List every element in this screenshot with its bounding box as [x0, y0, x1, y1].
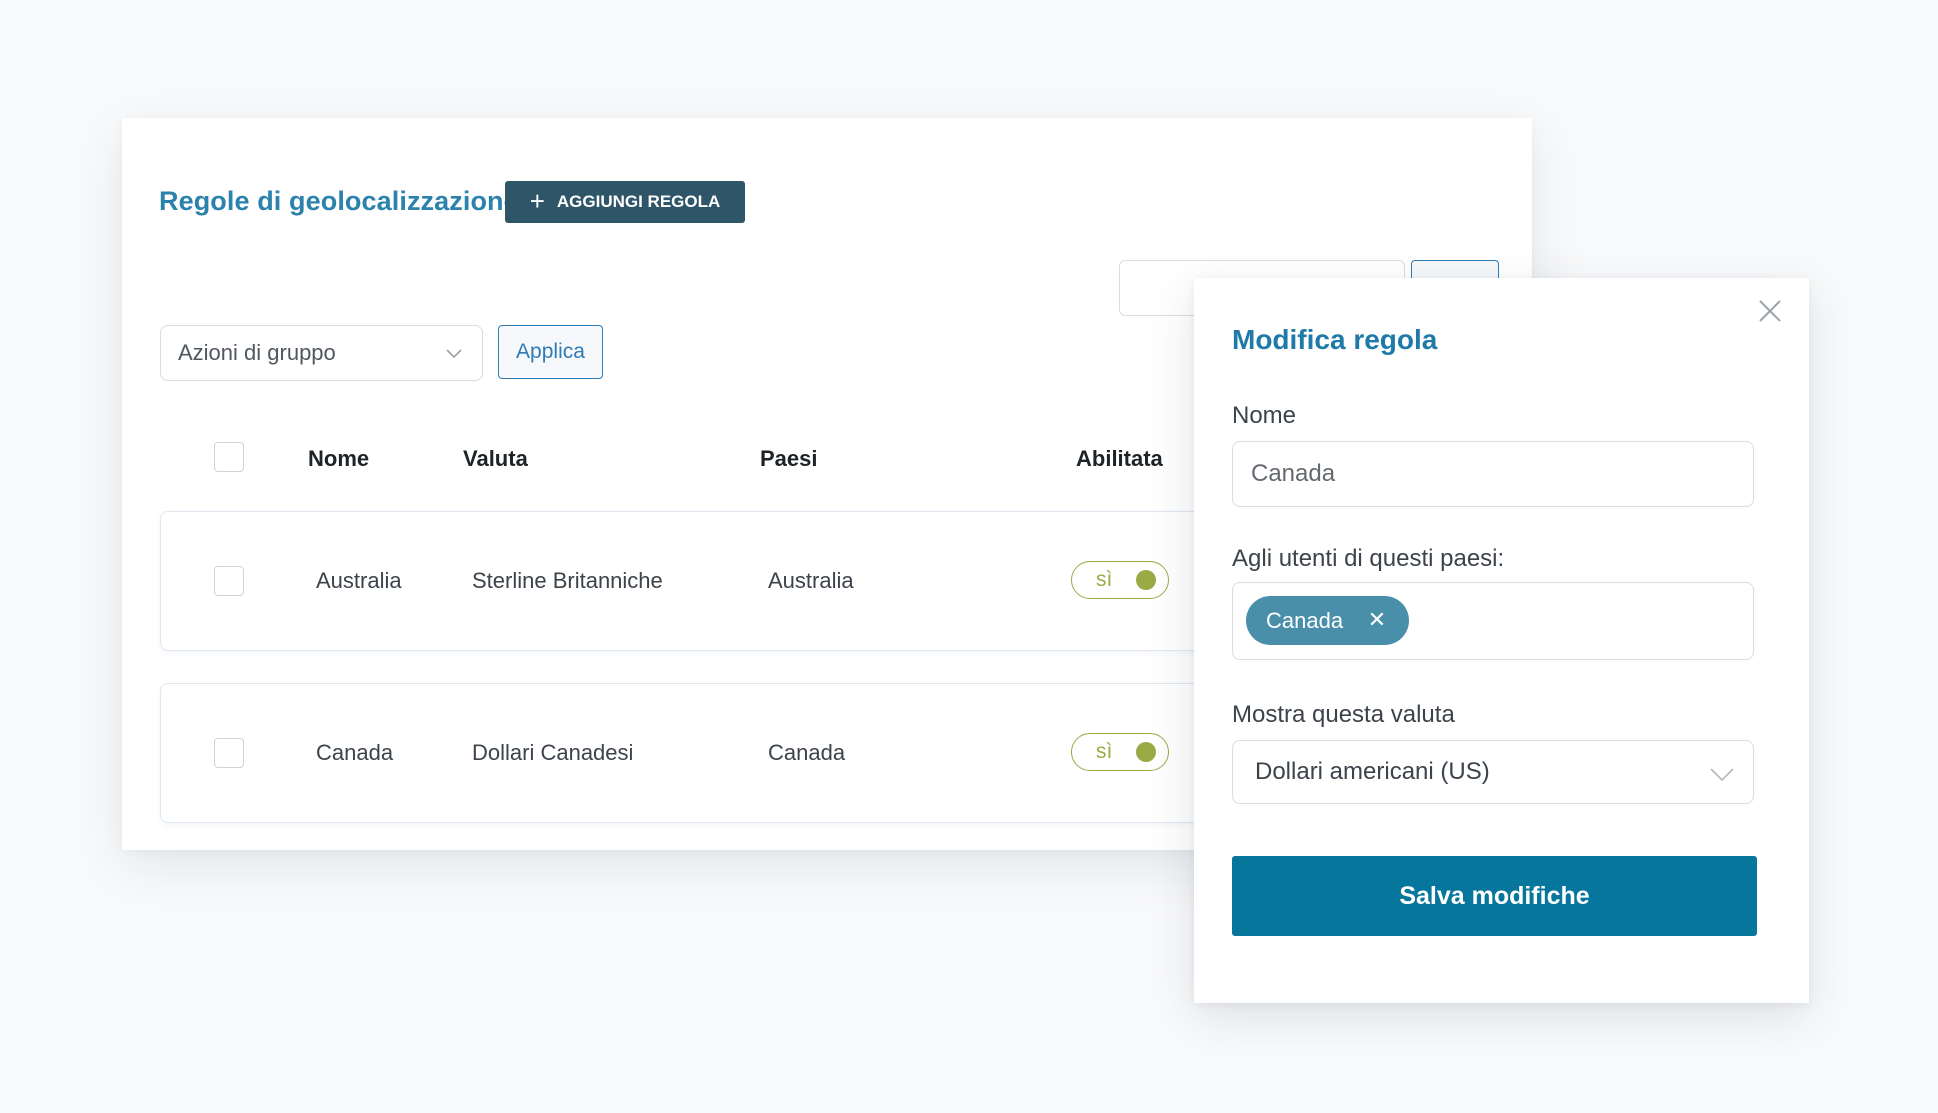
enabled-toggle[interactable]: sì — [1071, 733, 1169, 771]
chevron-down-icon — [1710, 768, 1734, 782]
enabled-toggle[interactable]: sì — [1071, 561, 1169, 599]
plus-icon: + — [529, 185, 545, 216]
bulk-actions-value: Azioni di gruppo — [178, 340, 336, 365]
column-header-enabled[interactable]: Abilitata — [1076, 446, 1163, 472]
toggle-label: sì — [1096, 568, 1113, 591]
row-checkbox[interactable] — [214, 738, 244, 768]
select-all-checkbox[interactable] — [214, 442, 244, 472]
modal-title: Modifica regola — [1232, 324, 1438, 355]
row-name[interactable]: Australia — [316, 568, 402, 594]
save-button[interactable]: Salva modifiche — [1232, 856, 1757, 936]
currency-value: Dollari americani (US) — [1255, 758, 1490, 785]
column-header-currency[interactable]: Valuta — [463, 446, 528, 472]
edit-rule-modal: Modifica regola Nome Canada Agli utenti … — [1194, 278, 1809, 1003]
name-label: Nome — [1232, 402, 1297, 429]
row-checkbox[interactable] — [214, 566, 244, 596]
bulk-actions-select[interactable]: Azioni di gruppo — [160, 325, 483, 381]
add-rule-label: AGGIUNGI REGOLA — [556, 192, 721, 211]
row-currency: Dollari Canadesi — [472, 740, 634, 765]
x-icon[interactable]: ✕ — [1367, 607, 1387, 633]
page-title: Regole di geolocalizzazione — [159, 186, 519, 216]
name-field[interactable]: Canada — [1232, 441, 1754, 507]
add-rule-button[interactable]: + AGGIUNGI REGOLA — [505, 181, 745, 223]
countries-tags-input[interactable]: Canada ✕ — [1232, 582, 1754, 660]
close-icon[interactable] — [1757, 298, 1783, 324]
country-tag-label: Canada — [1266, 607, 1344, 633]
toggle-knob — [1136, 570, 1156, 590]
toggle-label: sì — [1096, 740, 1113, 763]
row-countries: Canada — [768, 740, 846, 765]
toggle-knob — [1136, 742, 1156, 762]
row-countries: Australia — [768, 568, 854, 593]
column-header-name[interactable]: Nome — [308, 446, 369, 472]
apply-button[interactable]: Applica — [498, 325, 603, 379]
row-currency: Sterline Britanniche — [472, 568, 663, 593]
row-name[interactable]: Canada — [316, 740, 393, 766]
country-tag: Canada ✕ — [1246, 596, 1409, 645]
chevron-down-icon — [446, 349, 462, 359]
column-header-countries[interactable]: Paesi — [760, 446, 818, 472]
countries-label: Agli utenti di questi paesi: — [1232, 545, 1505, 572]
currency-label: Mostra questa valuta — [1232, 701, 1455, 728]
currency-select[interactable]: Dollari americani (US) — [1232, 740, 1754, 804]
